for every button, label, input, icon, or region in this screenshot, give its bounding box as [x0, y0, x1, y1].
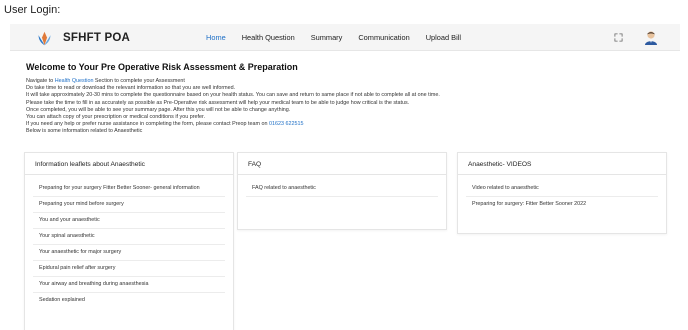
- intro-line: You can attach copy of your prescription…: [26, 114, 205, 121]
- leaflet-item[interactable]: Your anaesthetic for major surgery: [33, 245, 225, 261]
- intro-text-span: If you need any help or prefer nurse ass…: [26, 121, 270, 128]
- intro-line: It will take approximately 20-30 mins to…: [26, 92, 440, 99]
- user-avatar-icon[interactable]: [644, 30, 658, 45]
- leaflet-item[interactable]: Preparing your mind before surgery: [33, 197, 225, 213]
- nav-home[interactable]: Home: [206, 33, 226, 42]
- leaflets-list: Preparing for your surgery Fitter Better…: [25, 175, 233, 308]
- intro-line: Please take the time to fill in as accur…: [26, 99, 410, 106]
- nav-summary[interactable]: Summary: [311, 33, 343, 42]
- main-nav: Home Health Question Summary Communicati…: [206, 33, 477, 42]
- leaflets-card: Information leaflets about Anaesthetic P…: [24, 152, 234, 330]
- intro-line-navigate: Navigate to Health Question Section to c…: [26, 78, 666, 85]
- top-navbar: SFHFT POA Home Health Question Summary C…: [10, 24, 680, 51]
- videos-card: Anaesthetic- VIDEOS Video related to ana…: [457, 152, 667, 234]
- brand-logo-icon: [38, 31, 51, 45]
- brand[interactable]: SFHFT POA: [36, 30, 130, 46]
- leaflet-item[interactable]: You and your anaesthetic: [33, 213, 225, 229]
- faq-card-title: FAQ: [238, 153, 446, 175]
- health-question-link[interactable]: Health Question: [55, 78, 94, 84]
- leaflet-item[interactable]: Preparing for your surgery Fitter Better…: [33, 181, 225, 197]
- intro-line: Do take time to read or download the rel…: [26, 85, 236, 92]
- intro-line: Once completed, you will be able to see …: [26, 106, 291, 113]
- page-title: Welcome to Your Pre Operative Risk Asses…: [26, 62, 298, 72]
- intro-line-help: If you need any help or prefer nurse ass…: [26, 121, 666, 128]
- faq-item[interactable]: FAQ related to anaesthetic: [246, 181, 438, 197]
- nav-communication[interactable]: Communication: [358, 33, 409, 42]
- preop-phone-link[interactable]: 01623 622515: [269, 121, 303, 127]
- page-caption: User Login:: [4, 4, 61, 16]
- videos-card-title: Anaesthetic- VIDEOS: [458, 153, 666, 175]
- nav-upload-bill[interactable]: Upload Bill: [426, 33, 461, 42]
- brand-name: SFHFT POA: [63, 32, 130, 44]
- leaflet-item[interactable]: Your airway and breathing during anaesth…: [33, 277, 225, 293]
- intro-text-span: Navigate to: [26, 78, 55, 84]
- video-item[interactable]: Preparing for surgery: Fitter Better Soo…: [466, 197, 658, 212]
- fullscreen-icon[interactable]: [614, 33, 623, 42]
- leaflet-item[interactable]: Epidural pain relief after surgery: [33, 261, 225, 277]
- intro-text: Navigate to Health Question Section to c…: [26, 78, 666, 136]
- main-content: Welcome to Your Pre Operative Risk Asses…: [26, 62, 666, 136]
- nav-health-question[interactable]: Health Question: [242, 33, 295, 42]
- faq-card: FAQ FAQ related to anaesthetic: [237, 152, 447, 230]
- video-item[interactable]: Video related to anaesthetic: [466, 181, 658, 197]
- leaflets-card-title: Information leaflets about Anaesthetic: [25, 153, 233, 175]
- faq-list: FAQ related to anaesthetic: [238, 175, 446, 197]
- intro-text-span: Section to complete your Assessment: [93, 78, 185, 84]
- videos-list: Video related to anaesthetic Preparing f…: [458, 175, 666, 212]
- intro-line: Below is some information related to Ana…: [26, 128, 143, 135]
- leaflet-item[interactable]: Your spinal anaesthetic: [33, 229, 225, 245]
- leaflet-item[interactable]: Sedation explained: [33, 293, 225, 308]
